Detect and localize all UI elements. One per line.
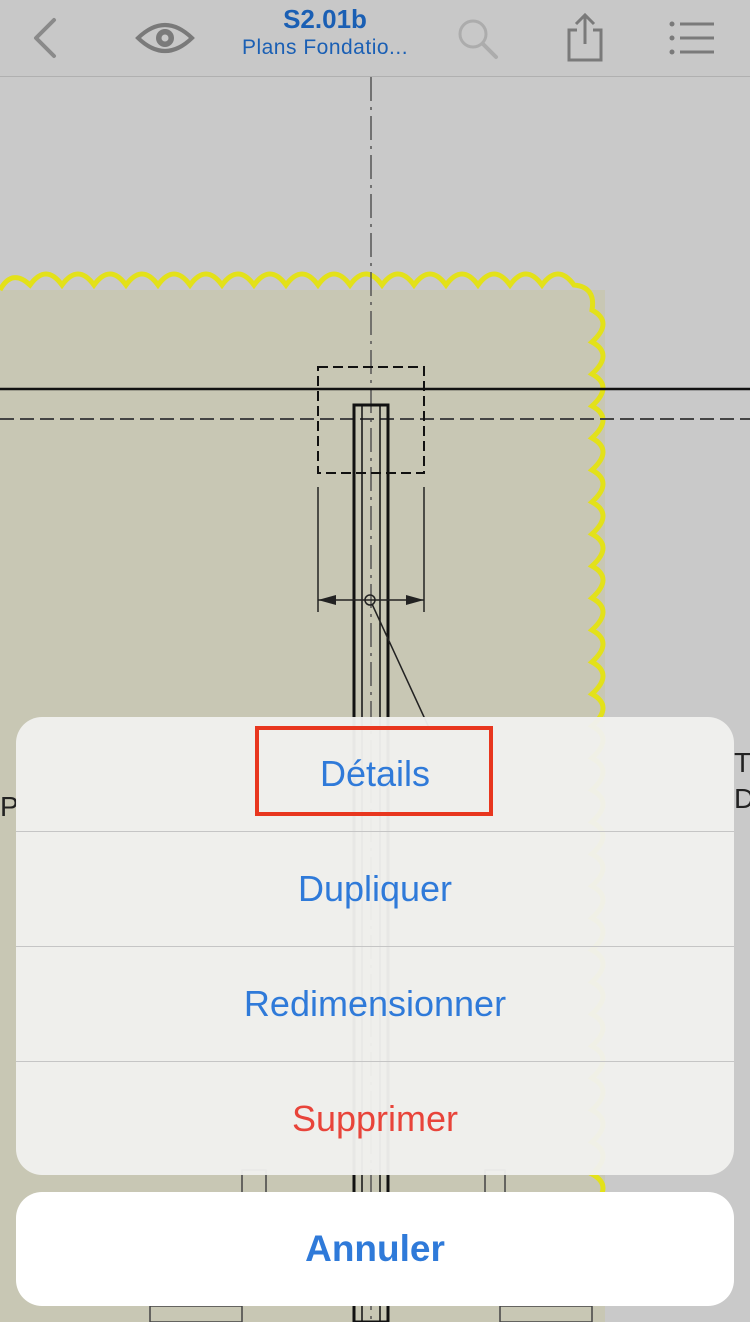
visibility-button[interactable] <box>132 0 198 76</box>
delete-action[interactable]: Supprimer <box>16 1062 734 1175</box>
sheet-number: S2.01b <box>283 4 367 34</box>
resize-action[interactable]: Redimensionner <box>16 947 734 1062</box>
list-button[interactable] <box>664 0 720 76</box>
cancel-button[interactable]: Annuler <box>16 1192 734 1306</box>
document-title[interactable]: S2.01b Plans Fondatio... <box>200 4 450 62</box>
plan-text-right-2: D <box>734 783 750 814</box>
details-action[interactable]: Détails <box>16 717 734 832</box>
sheet-name: Plans Fondatio... <box>241 36 409 59</box>
action-sheet: Détails Dupliquer Redimensionner Supprim… <box>16 717 734 1175</box>
share-button[interactable] <box>560 0 610 76</box>
navigation-bar: S2.01b Plans Fondatio... <box>0 0 750 77</box>
search-icon <box>458 19 498 59</box>
share-icon <box>567 12 603 62</box>
eye-icon <box>135 23 195 53</box>
list-icon <box>669 21 714 55</box>
back-chevron-icon <box>34 18 56 58</box>
duplicate-action[interactable]: Dupliquer <box>16 832 734 947</box>
back-button[interactable] <box>20 0 70 76</box>
plan-text-right-1: T <box>734 747 750 778</box>
search-button[interactable] <box>452 0 502 76</box>
